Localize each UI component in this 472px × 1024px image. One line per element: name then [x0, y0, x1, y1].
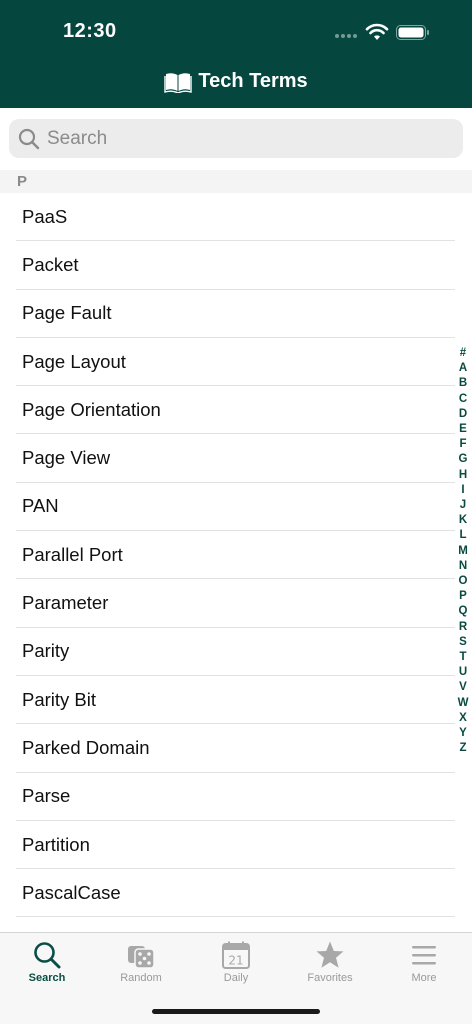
term-label: PaaS	[22, 205, 68, 227]
tab-search[interactable]: Search	[0, 933, 94, 993]
term-row[interactable]: Passcode	[16, 917, 455, 932]
calendar-icon: 21	[222, 941, 250, 969]
term-label: Parity Bit	[22, 688, 97, 710]
alphabet-index[interactable]: # A B C D E F G H I J K L M N O P Q R S T U V W X Y Z	[455, 346, 471, 756]
cellular-signal-icon	[335, 34, 357, 38]
index-letter[interactable]: T	[459, 650, 466, 665]
term-row[interactable]: Partition	[16, 821, 455, 870]
page-title: Tech Terms	[198, 70, 308, 92]
index-letter[interactable]: J	[460, 498, 466, 513]
term-row[interactable]: Packet	[16, 241, 455, 290]
index-letter[interactable]: C	[459, 392, 467, 407]
index-letter[interactable]: L	[459, 528, 466, 543]
app-header: 12:30 Tech Terms	[0, 0, 472, 108]
index-letter[interactable]: E	[459, 422, 467, 437]
index-letter[interactable]: R	[459, 620, 467, 635]
index-letter[interactable]: P	[459, 589, 467, 604]
index-letter[interactable]: I	[461, 483, 464, 498]
battery-icon	[396, 25, 429, 40]
index-letter[interactable]: #	[460, 346, 466, 361]
status-time: 12:30	[63, 20, 117, 42]
search-icon	[18, 128, 40, 149]
tab-label: Daily	[223, 972, 249, 984]
index-letter[interactable]: N	[459, 559, 467, 574]
term-label: PAN	[22, 495, 59, 517]
term-row[interactable]: PaaS	[16, 193, 455, 242]
term-label: Page View	[22, 447, 111, 469]
calendar-day-number: 21	[228, 954, 243, 968]
term-row[interactable]: Parameter	[16, 579, 455, 628]
term-row[interactable]: PascalCase	[16, 869, 455, 918]
index-letter[interactable]: H	[459, 468, 467, 483]
tab-label: Random	[120, 972, 162, 984]
term-row[interactable]: Page Fault	[16, 290, 455, 338]
index-letter[interactable]: U	[459, 665, 467, 680]
search-icon	[34, 942, 61, 969]
term-label: Page Fault	[22, 302, 112, 324]
tab-daily[interactable]: 21 Daily	[189, 933, 283, 993]
index-letter[interactable]: G	[459, 452, 468, 467]
home-indicator	[152, 1009, 320, 1014]
section-header: P	[0, 170, 472, 193]
term-row[interactable]: Page Layout	[16, 338, 455, 387]
term-row[interactable]: Parse	[16, 773, 455, 821]
menu-icon	[412, 946, 436, 965]
term-label: Page Layout	[22, 350, 126, 372]
term-row[interactable]: Parity Bit	[16, 676, 455, 725]
dice-icon	[128, 946, 155, 969]
tab-label: Favorites	[307, 972, 353, 984]
term-row[interactable]: Parity	[16, 628, 455, 676]
tab-label: Search	[28, 972, 66, 984]
index-letter[interactable]: V	[459, 680, 467, 695]
index-letter[interactable]: O	[459, 574, 468, 589]
term-label: Partition	[22, 833, 90, 855]
term-label: Packet	[22, 253, 79, 275]
term-label: Parked Domain	[22, 736, 150, 758]
term-label: Parameter	[22, 592, 109, 614]
term-row[interactable]: Page Orientation	[16, 386, 455, 435]
tab-more[interactable]: More	[377, 933, 471, 993]
index-letter[interactable]: Z	[459, 741, 466, 756]
index-letter[interactable]: Q	[459, 604, 468, 619]
index-letter[interactable]: A	[459, 361, 467, 376]
index-letter[interactable]: M	[458, 544, 468, 559]
tab-random[interactable]: Random	[94, 933, 188, 993]
index-letter[interactable]: B	[459, 376, 467, 391]
star-icon	[316, 941, 344, 968]
index-letter[interactable]: D	[459, 407, 467, 422]
index-letter[interactable]: F	[459, 437, 466, 452]
header-title-group: Tech Terms	[0, 70, 472, 93]
term-label: Page Orientation	[22, 398, 161, 420]
term-list[interactable]: PaaS Packet Page Fault Page Layout Page Orie…	[0, 193, 472, 932]
term-row[interactable]: Page View	[16, 434, 455, 483]
term-row[interactable]: Parked Domain	[16, 724, 455, 773]
tab-favorites[interactable]: Favorites	[283, 933, 377, 993]
search-input[interactable]	[47, 127, 427, 150]
section-header-letter: P	[17, 173, 28, 190]
wifi-icon	[365, 23, 389, 40]
term-row[interactable]: PAN	[16, 483, 455, 532]
index-letter[interactable]: Y	[459, 726, 467, 741]
term-label: PascalCase	[22, 881, 121, 903]
tab-label: More	[411, 972, 437, 984]
search-bar[interactable]	[9, 119, 463, 158]
term-row[interactable]: Parallel Port	[16, 531, 455, 580]
term-label: Parity	[22, 640, 70, 662]
index-letter[interactable]: W	[458, 696, 469, 711]
term-label: Parallel Port	[22, 543, 123, 565]
index-letter[interactable]: X	[459, 711, 467, 726]
index-letter[interactable]: K	[459, 513, 467, 528]
book-icon	[164, 72, 193, 93]
term-label: Parse	[22, 785, 71, 807]
index-letter[interactable]: S	[459, 635, 467, 650]
